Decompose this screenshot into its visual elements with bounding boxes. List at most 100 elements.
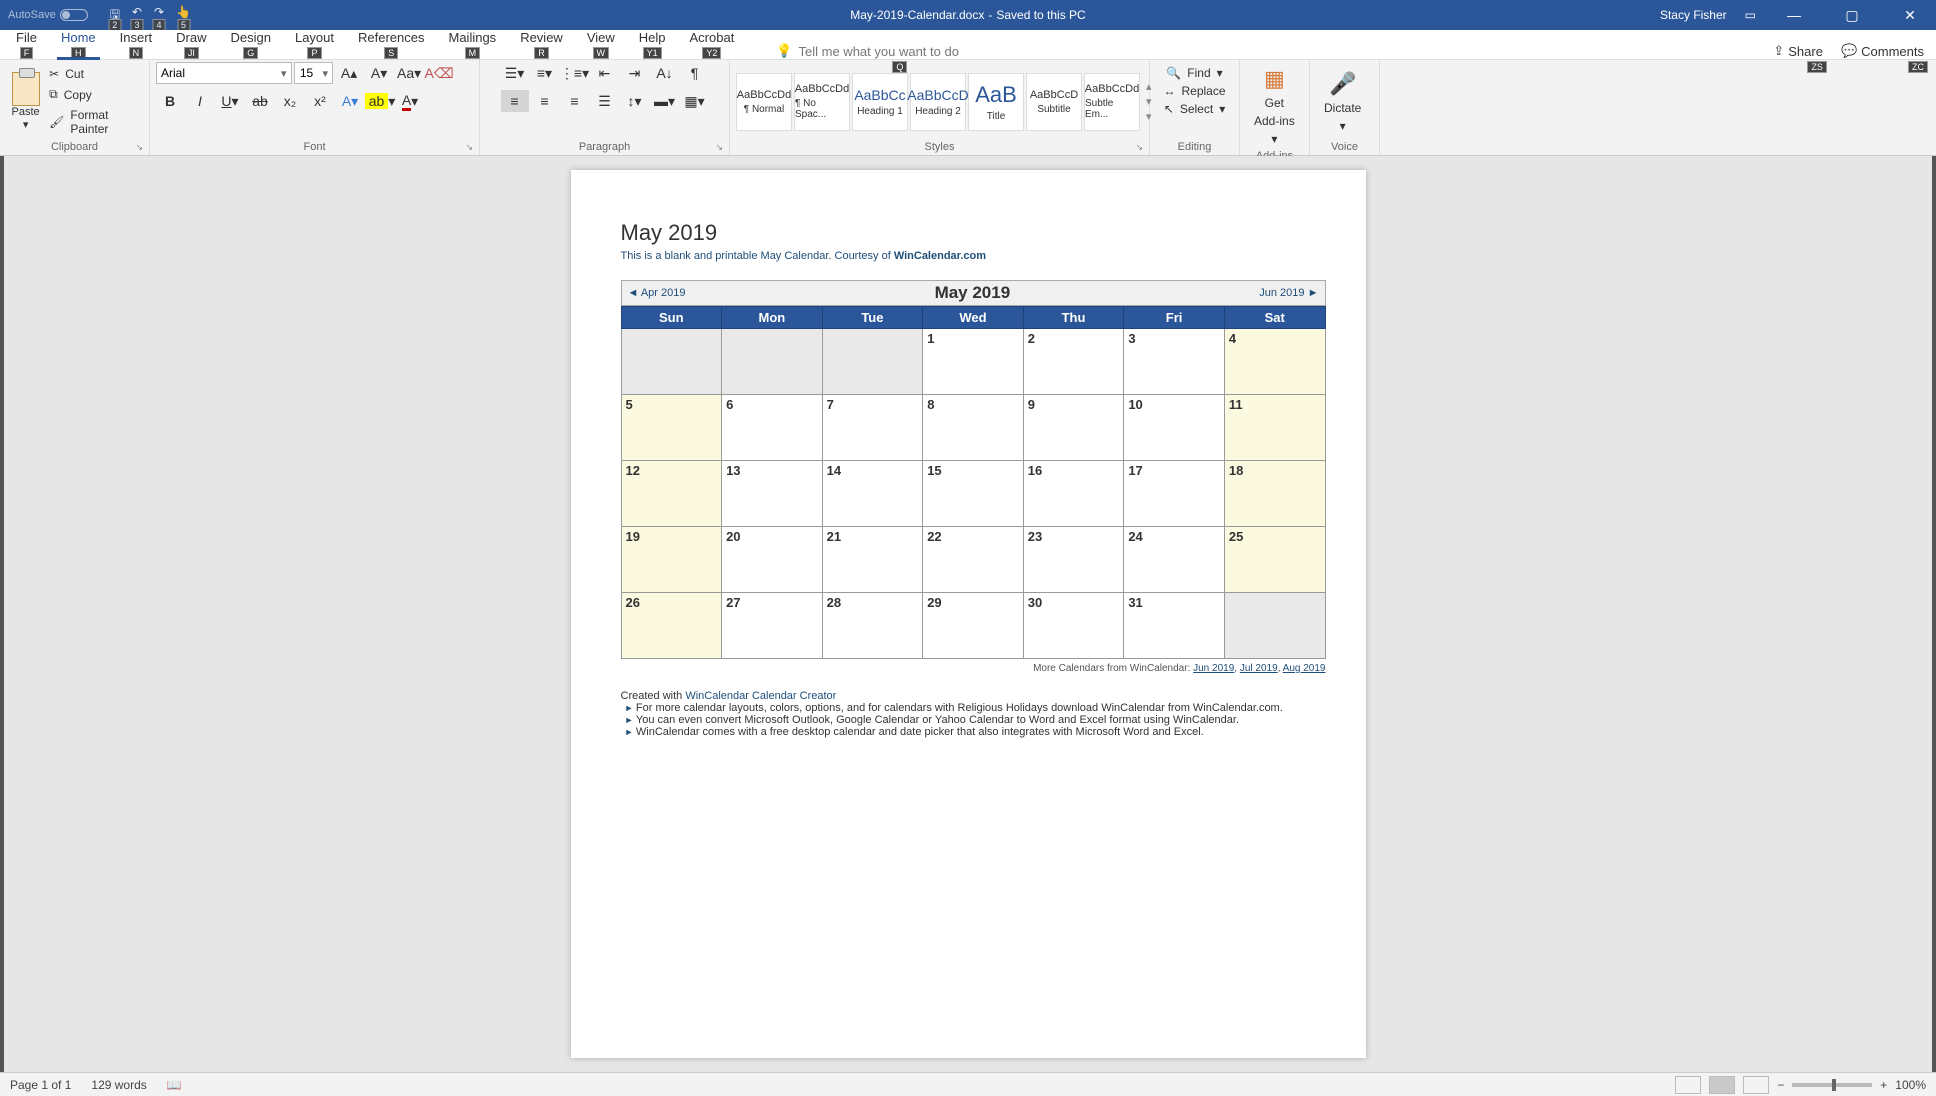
change-case-button[interactable]: Aa▾: [395, 62, 423, 84]
justify-button[interactable]: ☰: [591, 90, 619, 112]
redo-icon[interactable]: ↷4: [154, 5, 164, 26]
user-name[interactable]: Stacy Fisher: [1660, 8, 1727, 22]
zoom-slider[interactable]: [1792, 1083, 1872, 1087]
font-size-combo[interactable]: ▾: [294, 62, 334, 84]
read-mode-button[interactable]: [1675, 1076, 1701, 1094]
created-link[interactable]: WinCalendar Calendar Creator: [685, 690, 836, 702]
tab-mailings[interactable]: MailingsM: [437, 27, 509, 59]
cal-cell: [621, 329, 722, 395]
decrease-indent-button[interactable]: ⇤: [591, 62, 619, 84]
replace-button[interactable]: ↔Replace: [1163, 84, 1225, 98]
next-month-link[interactable]: Jun 2019 ►: [1259, 287, 1318, 299]
web-layout-button[interactable]: [1743, 1076, 1769, 1094]
style-item[interactable]: AaBbCcDd¶ No Spac...: [794, 73, 850, 131]
autosave-toggle[interactable]: AutoSave: [8, 9, 88, 21]
borders-button[interactable]: ▦▾: [681, 90, 709, 112]
highlight-button[interactable]: ab▾: [366, 90, 394, 112]
styles-gallery[interactable]: AaBbCcDd¶ NormalAaBbCcDd¶ No Spac...AaBb…: [736, 73, 1140, 131]
collapse-ribbon-button[interactable]: ˄: [1910, 60, 1936, 155]
copy-button[interactable]: ⧉Copy: [49, 87, 143, 102]
tab-file[interactable]: FileF: [4, 27, 49, 59]
strikethrough-button[interactable]: ab: [246, 90, 274, 112]
word-count[interactable]: 129 words: [91, 1078, 146, 1092]
clear-formatting-button[interactable]: A⌫: [425, 62, 453, 84]
tab-design[interactable]: DesignG: [219, 27, 283, 59]
multilevel-list-button[interactable]: ⋮≡▾: [561, 62, 589, 84]
style-item[interactable]: AaBTitle: [968, 73, 1024, 131]
tab-review[interactable]: ReviewR: [508, 27, 575, 59]
font-color-button[interactable]: A▾: [396, 90, 424, 112]
tell-me-search[interactable]: 💡 Tell me what you want to do Q: [776, 43, 959, 59]
style-item[interactable]: AaBbCcDdSubtle Em...: [1084, 73, 1140, 131]
tab-view[interactable]: ViewW: [575, 27, 627, 59]
numbering-button[interactable]: ≡▾: [531, 62, 559, 84]
shading-button[interactable]: ▬▾: [651, 90, 679, 112]
superscript-button[interactable]: x²: [306, 90, 334, 112]
style-item[interactable]: AaBbCcHeading 1: [852, 73, 908, 131]
underline-button[interactable]: U▾: [216, 90, 244, 112]
shrink-font-button[interactable]: A▾: [365, 62, 393, 84]
tab-acrobat[interactable]: AcrobatY2: [678, 27, 747, 59]
get-addins-button[interactable]: ▦GetAdd-ins▾: [1246, 62, 1303, 150]
find-button[interactable]: 🔍Find▾: [1166, 66, 1222, 80]
style-item[interactable]: AaBbCcDd¶ Normal: [736, 73, 792, 131]
cut-button[interactable]: ✂Cut: [49, 67, 143, 81]
save-icon[interactable]: 🖫2: [110, 5, 120, 26]
page-count[interactable]: Page 1 of 1: [10, 1078, 71, 1092]
format-painter-button[interactable]: 🖌Format Painter: [49, 108, 143, 136]
cal-cell: 2: [1023, 329, 1124, 395]
touch-mode-icon[interactable]: 👆5: [176, 5, 191, 26]
paste-button[interactable]: Paste▾: [6, 72, 45, 131]
tab-draw[interactable]: DrawJI: [164, 27, 218, 59]
italic-button[interactable]: I: [186, 90, 214, 112]
dialog-launcher-icon[interactable]: ↘: [1135, 142, 1143, 153]
grow-font-button[interactable]: A▴: [335, 62, 363, 84]
font-name-combo[interactable]: ▾: [156, 62, 292, 84]
maximize-button[interactable]: ▢: [1832, 7, 1872, 24]
share-button[interactable]: ⇪ShareZS: [1773, 43, 1823, 59]
prev-month-link[interactable]: ◄ Apr 2019: [628, 287, 686, 299]
show-marks-button[interactable]: ¶: [681, 62, 709, 84]
subscript-button[interactable]: x₂: [276, 90, 304, 112]
zoom-level[interactable]: 100%: [1895, 1078, 1926, 1092]
line-spacing-button[interactable]: ↕▾: [621, 90, 649, 112]
tab-references[interactable]: ReferencesS: [346, 27, 436, 59]
cal-cell: 8: [923, 395, 1024, 461]
dictate-button[interactable]: 🎤Dictate▾: [1316, 67, 1369, 137]
select-button[interactable]: ↖Select▾: [1164, 102, 1225, 116]
close-button[interactable]: ✕: [1890, 7, 1930, 24]
dialog-launcher-icon[interactable]: ↘: [715, 142, 723, 153]
bold-button[interactable]: B: [156, 90, 184, 112]
align-left-button[interactable]: ≡: [501, 90, 529, 112]
search-icon: 🔍: [1166, 66, 1181, 80]
undo-icon[interactable]: ↶3: [132, 5, 142, 26]
text-effects-button[interactable]: A▾: [336, 90, 364, 112]
mic-icon: 🎤: [1329, 71, 1356, 97]
document-area[interactable]: May 2019 This is a blank and printable M…: [0, 156, 1936, 1072]
more-link[interactable]: Aug 2019: [1283, 663, 1326, 674]
dialog-launcher-icon[interactable]: ↘: [135, 142, 143, 153]
sort-button[interactable]: A↓: [651, 62, 679, 84]
comments-button[interactable]: 💬CommentsZC: [1841, 43, 1924, 59]
tab-insert[interactable]: InsertN: [108, 27, 165, 59]
align-right-button[interactable]: ≡: [561, 90, 589, 112]
align-center-button[interactable]: ≡: [531, 90, 559, 112]
more-link[interactable]: Jun 2019: [1193, 663, 1234, 674]
increase-indent-button[interactable]: ⇥: [621, 62, 649, 84]
tab-help[interactable]: HelpY1: [627, 27, 678, 59]
style-item[interactable]: AaBbCcDSubtitle: [1026, 73, 1082, 131]
zoom-in-button[interactable]: +: [1880, 1078, 1887, 1092]
style-item[interactable]: AaBbCcDHeading 2: [910, 73, 966, 131]
tab-layout[interactable]: LayoutP: [283, 27, 346, 59]
dialog-launcher-icon[interactable]: ↘: [465, 142, 473, 153]
ribbon-display-icon[interactable]: ▭: [1745, 8, 1756, 22]
bullets-button[interactable]: ☰▾: [501, 62, 529, 84]
spellcheck-icon[interactable]: 📖: [167, 1078, 182, 1092]
ribbon-tabs: FileFHomeHInsertNDrawJIDesignGLayoutPRef…: [0, 30, 1936, 60]
more-link[interactable]: Jul 2019: [1240, 663, 1278, 674]
tab-home[interactable]: HomeH: [49, 27, 108, 59]
print-layout-button[interactable]: [1709, 1076, 1735, 1094]
zoom-out-button[interactable]: −: [1777, 1078, 1784, 1092]
wincalendar-link[interactable]: WinCalendar.com: [894, 250, 986, 262]
minimize-button[interactable]: —: [1774, 7, 1814, 23]
